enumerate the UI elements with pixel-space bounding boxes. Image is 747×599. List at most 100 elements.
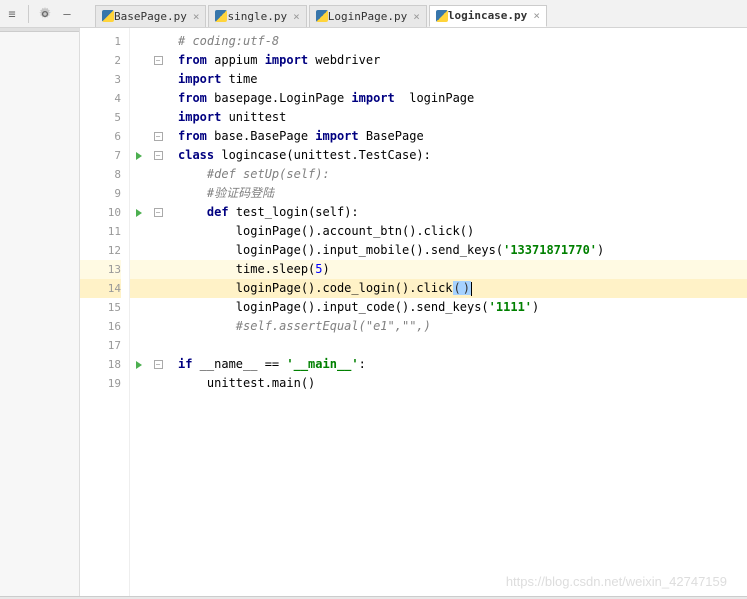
code-editor[interactable]: 12345678910111213141516171819 −−−−− # co… [80,28,747,599]
panel-separator [0,28,79,32]
token-id: loginPage().account_btn().click() [236,224,474,238]
line-number: 15 [80,298,121,317]
line-number: 4 [80,89,121,108]
run-marker[interactable] [130,203,148,222]
code-line[interactable]: loginPage().input_code().send_keys('1111… [178,298,747,317]
code-line[interactable]: unittest.main() [178,374,747,393]
fold-marker[interactable]: − [148,355,168,374]
project-panel[interactable] [0,28,80,599]
code-line[interactable]: #验证码登陆 [178,184,747,203]
code-line[interactable]: from base.BasePage import BasePage [178,127,747,146]
code-line[interactable]: class logincase(unittest.TestCase): [178,146,747,165]
line-number-gutter: 12345678910111213141516171819 [80,28,130,599]
tab-LoginPage-py[interactable]: LoginPage.py× [309,5,427,27]
code-line[interactable]: loginPage().input_mobile().send_keys('13… [178,241,747,260]
run-gutter [130,28,148,599]
run-marker [130,317,148,336]
token-kw: from [178,129,207,143]
fold-icon[interactable]: − [154,208,163,217]
fold-icon[interactable]: − [154,151,163,160]
token-highlight-paren: ( [453,281,462,295]
code-line[interactable]: #self.assertEqual("e1","",) [178,317,747,336]
token-id: unittest [221,110,286,124]
run-icon[interactable] [136,152,142,160]
separator [28,5,29,23]
token-id: base.BasePage [207,129,315,143]
fold-marker [148,32,168,51]
fold-marker[interactable]: − [148,146,168,165]
fold-marker[interactable]: − [148,127,168,146]
fold-marker [148,260,168,279]
code-line[interactable]: time.sleep(5) [168,260,747,279]
run-icon[interactable] [136,209,142,217]
token-id: test_login(self): [229,205,359,219]
code-line[interactable]: loginPage().code_login().click() [168,279,747,298]
run-marker [130,51,148,70]
run-marker[interactable] [130,355,148,374]
token-kw: if [178,357,192,371]
code-line[interactable]: import unittest [178,108,747,127]
code-line[interactable]: #def setUp(self): [178,165,747,184]
gear-icon[interactable] [37,6,53,22]
tab-single-py[interactable]: single.py × [208,5,306,27]
fold-marker [148,89,168,108]
line-number: 3 [80,70,121,89]
code-line[interactable]: def test_login(self): [178,203,747,222]
token-cm: #def setUp(self): [207,167,330,181]
tab-BasePage-py[interactable]: BasePage.py× [95,5,206,27]
code-line[interactable]: if __name__ == '__main__': [178,355,747,374]
token-id: time.sleep( [236,262,315,276]
token-id: unittest.main() [207,376,315,390]
code-line[interactable] [178,336,747,355]
line-number: 1 [80,32,121,51]
fold-icon[interactable]: − [154,132,163,141]
token-cm: # coding:utf-8 [178,34,279,48]
fold-marker [148,70,168,89]
code-line[interactable]: # coding:utf-8 [178,32,747,51]
close-icon[interactable]: × [533,9,540,22]
token-kw: import [315,129,358,143]
run-icon[interactable] [136,361,142,369]
token-id: basepage.LoginPage [207,91,352,105]
minus-icon[interactable]: — [59,6,75,22]
token-str: '__main__' [286,357,358,371]
fold-marker[interactable]: − [148,203,168,222]
tab-logincase-py[interactable]: logincase.py× [429,5,547,27]
token-id: ) [323,262,330,276]
code-line[interactable]: loginPage().account_btn().click() [178,222,747,241]
token-kw: from [178,91,207,105]
watermark: https://blog.csdn.net/weixin_42747159 [506,574,727,589]
expand-icon[interactable]: ≡ [4,6,20,22]
code-line[interactable]: from appium import webdriver [178,51,747,70]
run-marker [130,184,148,203]
code-line[interactable]: from basepage.LoginPage import loginPage [178,89,747,108]
line-number: 14 [80,279,121,298]
token-kw: def [207,205,229,219]
python-icon [436,10,448,22]
tab-label: single.py [227,10,287,23]
token-kw: import [178,72,221,86]
line-number: 5 [80,108,121,127]
run-marker [130,241,148,260]
token-str: '1111' [489,300,532,314]
close-icon[interactable]: × [293,10,300,23]
code-line[interactable]: import time [178,70,747,89]
line-number: 11 [80,222,121,241]
fold-marker [148,374,168,393]
code-area[interactable]: # coding:utf-8 from appium import webdriv… [168,28,747,599]
token-kw: class [178,148,214,162]
line-number: 10 [80,203,121,222]
token-id: webdriver [308,53,380,67]
run-marker [130,108,148,127]
close-icon[interactable]: × [193,10,200,23]
fold-icon[interactable]: − [154,360,163,369]
token-cm: #验证码登陆 [207,186,274,200]
run-marker[interactable] [130,146,148,165]
fold-marker[interactable]: − [148,51,168,70]
close-icon[interactable]: × [413,10,420,23]
fold-marker [148,108,168,127]
fold-marker [148,241,168,260]
run-marker [130,127,148,146]
fold-icon[interactable]: − [154,56,163,65]
line-number: 19 [80,374,121,393]
